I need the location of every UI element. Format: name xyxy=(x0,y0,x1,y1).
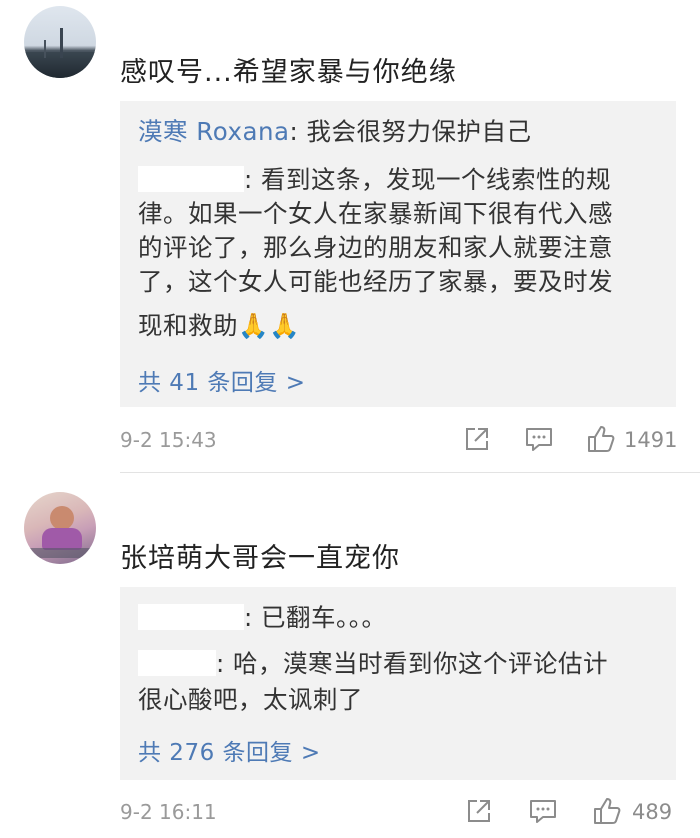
reply-item: 漠寒 Roxana: 我会很努力保护自己 xyxy=(138,117,532,146)
avatar[interactable] xyxy=(24,6,96,78)
reply-username[interactable]: 漠寒 Roxana xyxy=(138,117,290,146)
reply-item: : 看到这条，发现一个线索性的规 xyxy=(138,163,662,197)
comment-meta: 9-2 16:11 489 xyxy=(120,796,676,830)
like-icon[interactable] xyxy=(592,796,622,826)
reply-line: 现和救助🙏🙏 xyxy=(138,311,301,340)
reply-item: : 已翻车。。。 xyxy=(138,601,662,635)
like-count: 489 xyxy=(632,800,673,824)
like-count: 1491 xyxy=(624,428,678,452)
redacted-username xyxy=(138,650,216,676)
reply-item: : 哈，漠寒当时看到你这个评论估计 xyxy=(138,647,662,681)
more-replies-link[interactable]: 共 41 条回复 > xyxy=(138,363,305,397)
redacted-username xyxy=(138,604,244,630)
avatar[interactable] xyxy=(24,492,96,564)
comment-icon[interactable] xyxy=(528,796,558,826)
replies-box[interactable]: : 已翻车。。。 : 哈，漠寒当时看到你这个评论估计 很心酸吧，太讽刺了 共 2… xyxy=(120,587,676,780)
redacted-username xyxy=(138,166,244,192)
timestamp: 9-2 15:43 xyxy=(120,428,217,452)
comment-text: 张培萌大哥会一直宠你 xyxy=(120,543,400,574)
replies-box[interactable]: 漠寒 Roxana: 我会很努力保护自己 : 看到这条，发现一个线索性的规 律。… xyxy=(120,101,676,407)
share-icon[interactable] xyxy=(464,796,494,826)
more-replies-link[interactable]: 共 276 条回复 > xyxy=(138,733,321,767)
reply-line: 了，这个女人可能也经历了家暴，要及时发 xyxy=(138,267,613,296)
timestamp: 9-2 16:11 xyxy=(120,800,217,824)
reply-line: 的评论了，那么身边的朋友和家人就要注意 xyxy=(138,233,613,262)
like-icon[interactable] xyxy=(586,424,616,454)
reply-line: 律。如果一个女人在家暴新闻下很有代入感 xyxy=(138,199,613,228)
share-icon[interactable] xyxy=(462,424,492,454)
comment-icon[interactable] xyxy=(524,424,554,454)
divider xyxy=(120,472,700,473)
reply-text: 我会很努力保护自己 xyxy=(306,117,532,146)
comment-text: 感叹号...希望家暴与你绝缘 xyxy=(120,57,457,88)
reply-line: 很心酸吧，太讽刺了 xyxy=(138,685,363,714)
comment-meta: 9-2 15:43 1491 xyxy=(120,424,678,458)
